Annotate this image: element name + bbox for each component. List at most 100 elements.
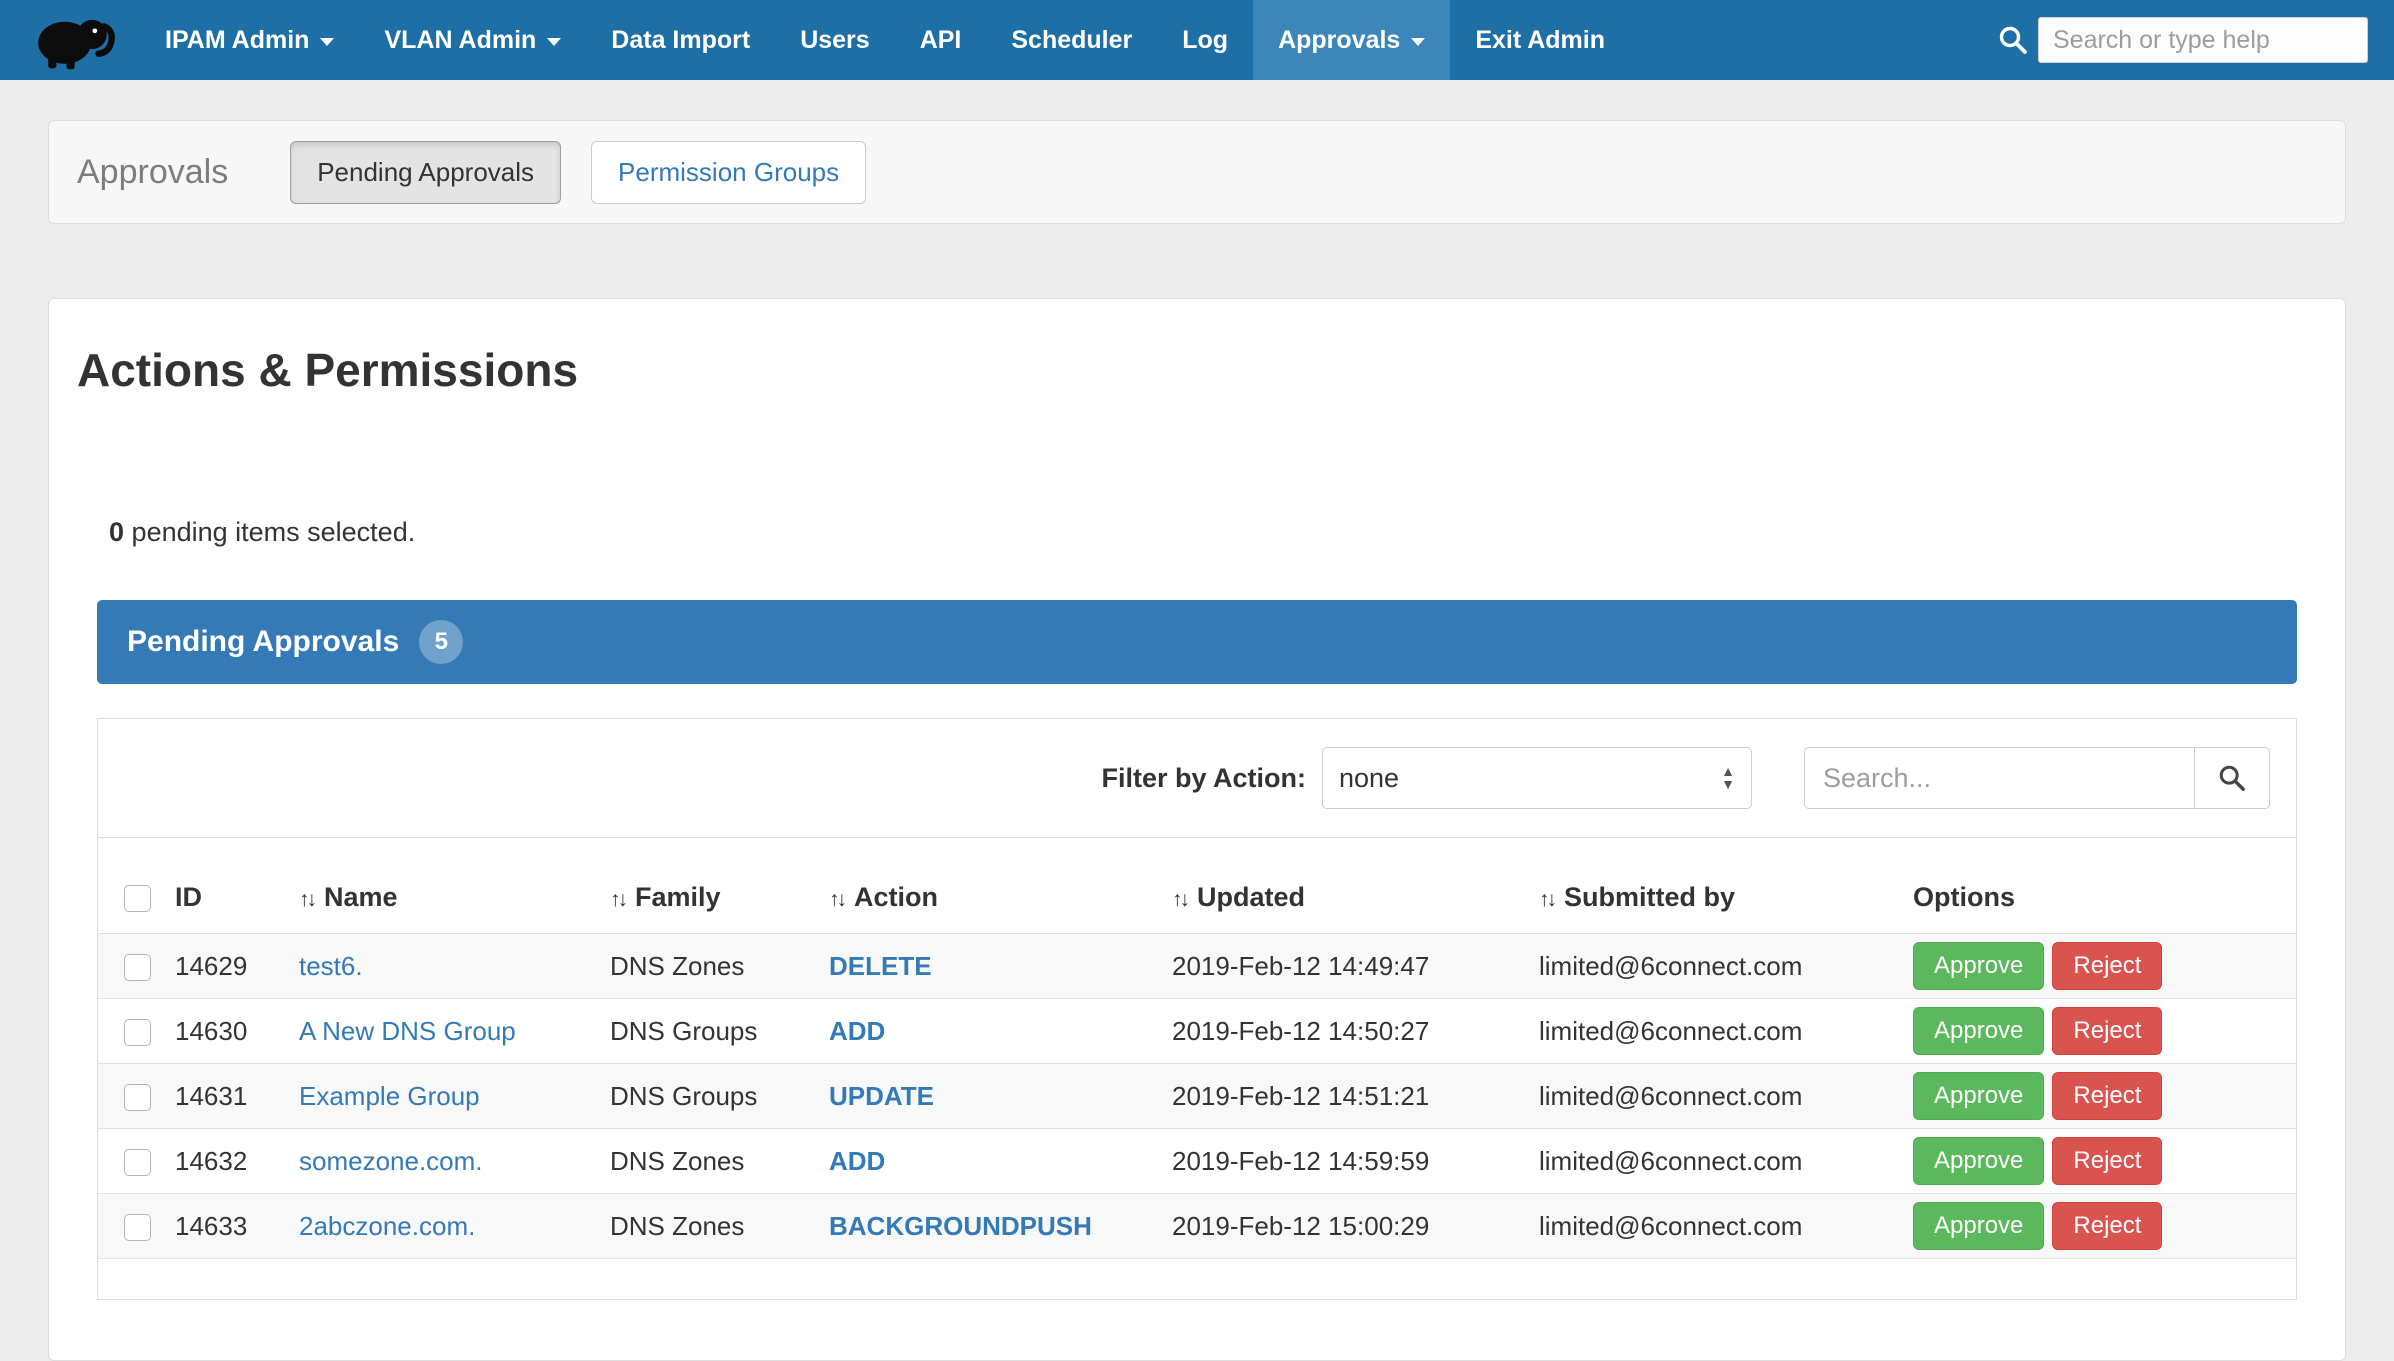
- approve-button[interactable]: Approve: [1913, 1007, 2044, 1055]
- row-name-cell: Example Group: [287, 1064, 598, 1129]
- approve-button[interactable]: Approve: [1913, 1072, 2044, 1120]
- nav-item-label: Log: [1182, 26, 1228, 55]
- nav-item-label: Approvals: [1278, 26, 1400, 55]
- column-header-id: ID: [163, 838, 287, 934]
- navbar-search: [1997, 0, 2368, 80]
- approve-button[interactable]: Approve: [1913, 1202, 2044, 1250]
- row-name-link[interactable]: 2abczone.com.: [299, 1211, 475, 1241]
- column-header-submitted-by[interactable]: ↑↓ Submitted by: [1527, 838, 1901, 934]
- column-label: Submitted by: [1564, 882, 1735, 912]
- nav-item-ipam-admin[interactable]: IPAM Admin: [140, 0, 359, 80]
- row-action-cell: DELETE: [817, 934, 1160, 999]
- tab-pending-approvals[interactable]: Pending Approvals: [290, 141, 561, 204]
- sort-icon[interactable]: ↑↓: [299, 888, 314, 911]
- global-search-input[interactable]: [2038, 17, 2368, 63]
- nav-item-api[interactable]: API: [895, 0, 987, 80]
- chevron-down-icon: [547, 38, 561, 46]
- sort-icon[interactable]: ↑↓: [610, 888, 625, 911]
- row-checkbox[interactable]: [124, 1019, 151, 1046]
- nav-item-scheduler[interactable]: Scheduler: [986, 0, 1157, 80]
- nav-item-label: Users: [800, 26, 870, 55]
- page-title: Actions & Permissions: [77, 343, 2297, 397]
- row-submitted-by: limited@6connect.com: [1527, 1129, 1901, 1194]
- row-action-cell: ADD: [817, 1129, 1160, 1194]
- row-family: DNS Groups: [598, 1064, 817, 1129]
- nav-item-exit-admin[interactable]: Exit Admin: [1450, 0, 1630, 80]
- row-checkbox[interactable]: [124, 1149, 151, 1176]
- row-checkbox-cell: [98, 1129, 163, 1194]
- row-name-cell: test6.: [287, 934, 598, 999]
- row-checkbox[interactable]: [124, 1214, 151, 1241]
- top-navbar: IPAM Admin VLAN Admin Data Import Users APIS…: [0, 0, 2394, 80]
- row-name-cell: somezone.com.: [287, 1129, 598, 1194]
- column-label: Action: [854, 882, 938, 912]
- sort-icon[interactable]: ↑↓: [829, 888, 844, 911]
- row-action-link[interactable]: ADD: [829, 1146, 885, 1176]
- select-all-checkbox[interactable]: [124, 885, 151, 912]
- row-action-link[interactable]: UPDATE: [829, 1081, 934, 1111]
- row-options-cell: ApproveReject: [1901, 1194, 2296, 1259]
- reject-button[interactable]: Reject: [2052, 1137, 2162, 1185]
- column-header-name[interactable]: ↑↓ Name: [287, 838, 598, 934]
- filter-action-selected-value: none: [1339, 763, 1399, 794]
- selected-items-status: 0 pending items selected.: [109, 517, 2297, 548]
- row-submitted-by: limited@6connect.com: [1527, 999, 1901, 1064]
- column-header-action[interactable]: ↑↓ Action: [817, 838, 1160, 934]
- nav-item-log[interactable]: Log: [1157, 0, 1253, 80]
- elephant-logo-icon: [26, 8, 118, 72]
- nav-item-users[interactable]: Users: [775, 0, 895, 80]
- column-label: Options: [1913, 882, 2015, 912]
- row-options-cell: ApproveReject: [1901, 934, 2296, 999]
- row-name-link[interactable]: Example Group: [299, 1081, 480, 1111]
- column-header-updated[interactable]: ↑↓Updated: [1160, 838, 1527, 934]
- row-checkbox[interactable]: [124, 1084, 151, 1111]
- nav-item-vlan-admin[interactable]: VLAN Admin: [359, 0, 586, 80]
- nav-item-data-import[interactable]: Data Import: [586, 0, 775, 80]
- approve-button[interactable]: Approve: [1913, 942, 2044, 990]
- reject-button[interactable]: Reject: [2052, 1072, 2162, 1120]
- row-family: DNS Zones: [598, 1194, 817, 1259]
- sort-icon[interactable]: ↑↓: [1172, 888, 1187, 911]
- row-name-link[interactable]: A New DNS Group: [299, 1016, 516, 1046]
- row-updated: 2019-Feb-12 14:51:21: [1160, 1064, 1527, 1129]
- row-options-cell: ApproveReject: [1901, 999, 2296, 1064]
- approvals-table-container: Filter by Action: none ▲▼: [97, 718, 2297, 1300]
- row-submitted-by: limited@6connect.com: [1527, 1194, 1901, 1259]
- row-action-link[interactable]: ADD: [829, 1016, 885, 1046]
- row-action-link[interactable]: DELETE: [829, 951, 932, 981]
- filter-action-select[interactable]: none ▲▼: [1322, 747, 1752, 809]
- tab-permission-groups[interactable]: Permission Groups: [591, 141, 866, 204]
- table-search-button[interactable]: [2194, 747, 2270, 809]
- row-name-cell: 2abczone.com.: [287, 1194, 598, 1259]
- search-icon: [1997, 24, 2029, 56]
- row-updated: 2019-Feb-12 14:49:47: [1160, 934, 1527, 999]
- row-name-link[interactable]: test6.: [299, 951, 363, 981]
- nav-item-label: Exit Admin: [1475, 26, 1605, 55]
- chevron-down-icon: [320, 38, 334, 46]
- reject-button[interactable]: Reject: [2052, 1202, 2162, 1250]
- nav-item-approvals[interactable]: Approvals: [1253, 0, 1450, 80]
- row-name-link[interactable]: somezone.com.: [299, 1146, 483, 1176]
- row-id: 14633: [163, 1194, 287, 1259]
- column-label: Name: [324, 882, 398, 912]
- nav-item-label: VLAN Admin: [384, 26, 536, 55]
- approve-button[interactable]: Approve: [1913, 1137, 2044, 1185]
- row-options-cell: ApproveReject: [1901, 1064, 2296, 1129]
- chevron-down-icon: [1411, 38, 1425, 46]
- table-search-group: [1804, 747, 2270, 809]
- row-checkbox[interactable]: [124, 954, 151, 981]
- row-family: DNS Zones: [598, 934, 817, 999]
- row-id: 14630: [163, 999, 287, 1064]
- reject-button[interactable]: Reject: [2052, 942, 2162, 990]
- sort-icon[interactable]: ↑↓: [1539, 888, 1554, 911]
- table-search-input[interactable]: [1804, 747, 2194, 809]
- search-icon: [2217, 763, 2247, 793]
- row-action-cell: ADD: [817, 999, 1160, 1064]
- reject-button[interactable]: Reject: [2052, 1007, 2162, 1055]
- select-all-cell: [98, 838, 163, 934]
- selected-text: pending items selected.: [132, 517, 416, 547]
- table-row: 14632somezone.com.DNS ZonesADD2019-Feb-1…: [98, 1129, 2296, 1194]
- app-logo[interactable]: [26, 0, 118, 80]
- row-action-link[interactable]: BACKGROUNDPUSH: [829, 1211, 1092, 1241]
- column-header-family[interactable]: ↑↓Family: [598, 838, 817, 934]
